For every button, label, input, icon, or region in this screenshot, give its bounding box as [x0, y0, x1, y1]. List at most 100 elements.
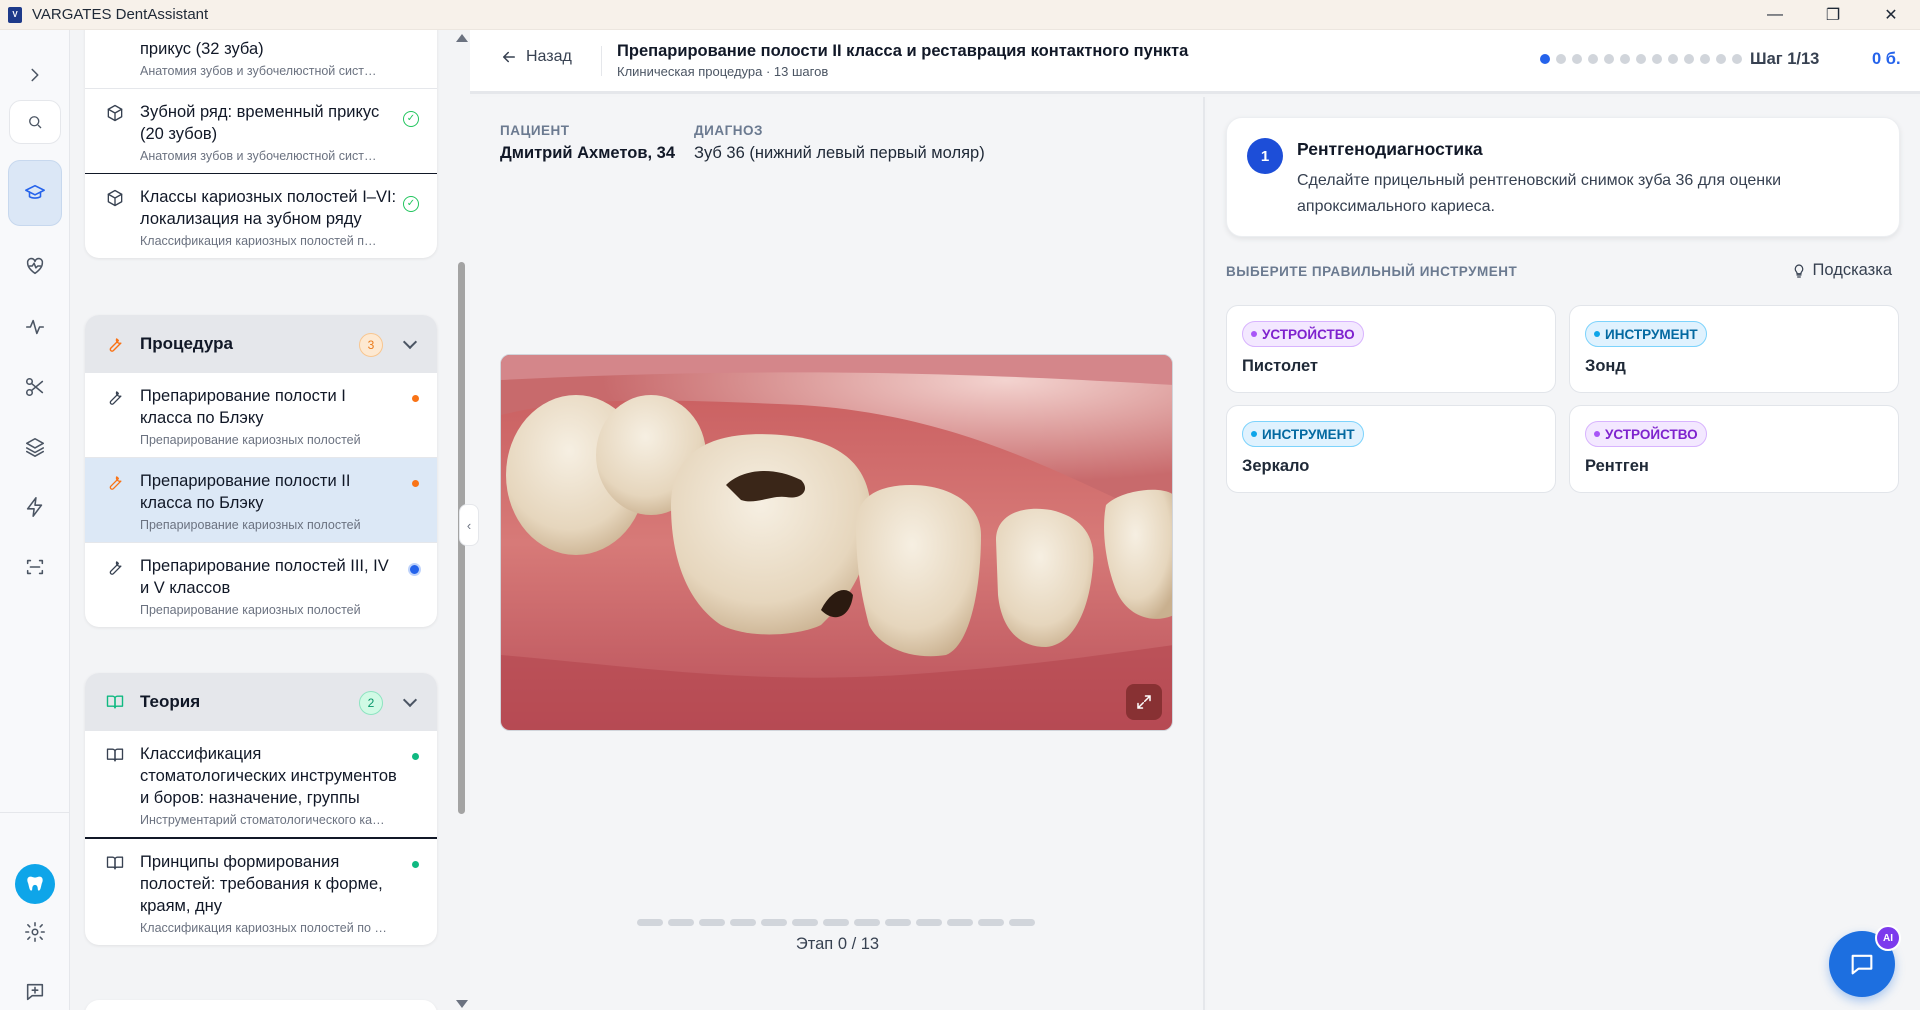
settings-button[interactable]	[8, 905, 62, 959]
group-count-badge: 2	[359, 691, 383, 715]
tool-category-badge: УСТРОЙСТВО	[1585, 421, 1707, 447]
tool-option-probe[interactable]: ИНСТРУМЕНТ Зонд	[1569, 305, 1899, 393]
stage-bar	[792, 919, 818, 926]
expand-photo-button[interactable]	[1126, 684, 1162, 720]
minimize-button[interactable]: —	[1746, 0, 1804, 30]
new-dot	[412, 861, 419, 868]
expand-rail-button[interactable]	[8, 48, 62, 102]
ai-badge: AI	[1875, 925, 1901, 951]
group-count-badge: 3	[359, 333, 383, 357]
cube-icon	[105, 103, 125, 123]
tool-option-xray[interactable]: УСТРОЙСТВО Рентген	[1569, 405, 1899, 493]
patient-pane: ПАЦИЕНТ Дмитрий Ахметов, 34 ДИАГНОЗ Зуб …	[470, 97, 1205, 1010]
tool-option-pistol[interactable]: УСТРОЙСТВО Пистолет	[1226, 305, 1556, 393]
search-button[interactable]	[9, 100, 61, 144]
step-dot	[1636, 54, 1646, 64]
book-icon	[105, 745, 125, 765]
group-title: Теория	[140, 692, 201, 711]
list-item[interactable]: Классификация стоматологических инструме…	[85, 731, 437, 839]
hint-button[interactable]: Подсказка	[1791, 261, 1892, 280]
expand-icon	[1137, 695, 1151, 709]
page-subtitle: Клиническая процедура · 13 шагов	[617, 64, 829, 79]
step-counter: Шаг 1/13	[1750, 50, 1820, 68]
list-item[interactable]: прикус (32 зуба) Анатомия зубов и зубоче…	[85, 30, 437, 89]
list-item[interactable]: Препарирование полостей III, IV и V клас…	[85, 543, 437, 627]
back-label: Назад	[526, 48, 572, 65]
step-dot	[1604, 54, 1614, 64]
icon-rail	[0, 30, 70, 1010]
item-subtitle: Классификация кариозных полостей п…	[140, 234, 377, 248]
theory-group: Теория 2 Классификация стоматологических…	[85, 673, 437, 945]
chevron-down-icon	[402, 334, 418, 350]
page-title: Препарирование полости II класса и реста…	[617, 42, 1189, 60]
procedure-group-header[interactable]: Процедура 3	[85, 315, 437, 373]
stage-bar	[978, 919, 1004, 926]
item-title: Классы кариозных полостей I–VI: локализа…	[140, 188, 397, 228]
list-item[interactable]: Зубной ряд: временный прикус (20 зубов) …	[85, 89, 437, 174]
app-logo-icon: V	[8, 6, 22, 23]
item-subtitle: Препарирование кариозных полостей	[140, 518, 361, 532]
back-button[interactable]: Назад	[500, 48, 572, 66]
message-plus-icon	[26, 983, 44, 1001]
nav-layers[interactable]	[8, 420, 62, 474]
stage-bar	[761, 919, 787, 926]
choose-tool-label: ВЫБЕРИТЕ ПРАВИЛЬНЫЙ ИНСТРУМЕНТ	[1226, 264, 1518, 279]
wrench-icon	[105, 472, 125, 492]
list-item-selected[interactable]: Препарирование полости II класса по Блэк…	[85, 458, 437, 543]
title-bar: V VARGATES DentAssistant — ❐ ✕	[0, 0, 1920, 30]
list-item[interactable]: Препарирование полости I класса по Блэку…	[85, 373, 437, 458]
nav-health[interactable]	[8, 239, 62, 293]
gear-icon	[25, 922, 45, 942]
diagnosis-info: ДИАГНОЗ Зуб 36 (нижний левый первый моля…	[694, 123, 985, 163]
nav-tools[interactable]	[8, 360, 62, 414]
in-progress-dot	[412, 480, 419, 487]
close-button[interactable]: ✕	[1862, 0, 1920, 30]
procedure-header: Назад Препарирование полости II класса и…	[470, 30, 1920, 94]
step-dot	[1668, 54, 1678, 64]
nav-education[interactable]	[8, 160, 62, 226]
completed-check-icon: ✓	[403, 111, 419, 127]
task-number-badge: 1	[1247, 138, 1283, 174]
stage-bar	[637, 919, 663, 926]
nav-scan[interactable]	[8, 540, 62, 594]
step-progress-dots	[1540, 54, 1742, 64]
nav-quick[interactable]	[8, 480, 62, 534]
stage-bar	[823, 919, 849, 926]
feedback-button[interactable]	[8, 965, 62, 1010]
item-title: Препарирование полости II класса по Блэк…	[140, 472, 351, 512]
step-dot	[1652, 54, 1662, 64]
book-icon	[105, 692, 125, 712]
step-dot	[1588, 54, 1598, 64]
group-title: Процедура	[140, 334, 233, 353]
theory-group-header[interactable]: Теория 2	[85, 673, 437, 731]
list-item[interactable]: Принципы формирования полостей: требован…	[85, 839, 437, 945]
stage-bar	[1009, 919, 1035, 926]
nav-activity[interactable]	[8, 300, 62, 354]
item-subtitle: Препарирование кариозных полостей	[140, 603, 361, 617]
scroll-down-arrow[interactable]	[456, 1000, 468, 1008]
teeth-photo-image	[501, 355, 1172, 730]
patient-info: ПАЦИЕНТ Дмитрий Ахметов, 34	[500, 123, 675, 163]
stage-bar	[947, 919, 973, 926]
tool-name: Пистолет	[1242, 357, 1319, 375]
stage-bar	[885, 919, 911, 926]
tool-option-mirror[interactable]: ИНСТРУМЕНТ Зеркало	[1226, 405, 1556, 493]
list-item[interactable]: Классы кариозных полостей I–VI: локализа…	[85, 174, 437, 258]
step-dot	[1732, 54, 1742, 64]
scroll-up-arrow[interactable]	[456, 34, 468, 42]
next-group-card	[85, 1000, 437, 1010]
chevron-down-icon	[402, 692, 418, 708]
task-title: Рентгенодиагностика	[1297, 139, 1483, 159]
in-progress-dot	[412, 395, 419, 402]
hint-label: Подсказка	[1812, 261, 1892, 279]
chevron-left-icon: ‹	[466, 517, 472, 533]
patient-name: Дмитрий Ахметов, 34	[500, 144, 675, 162]
maximize-button[interactable]: ❐	[1804, 0, 1862, 30]
item-title: Зубной ряд: временный прикус (20 зубов)	[140, 103, 380, 143]
collapse-sidebar-button[interactable]: ‹	[459, 504, 479, 546]
tooth-avatar-icon[interactable]	[15, 864, 55, 904]
lightning-icon	[26, 497, 43, 517]
clinical-photo	[500, 354, 1173, 731]
window-title: VARGATES DentAssistant	[32, 6, 209, 23]
arrow-left-icon	[503, 51, 515, 63]
